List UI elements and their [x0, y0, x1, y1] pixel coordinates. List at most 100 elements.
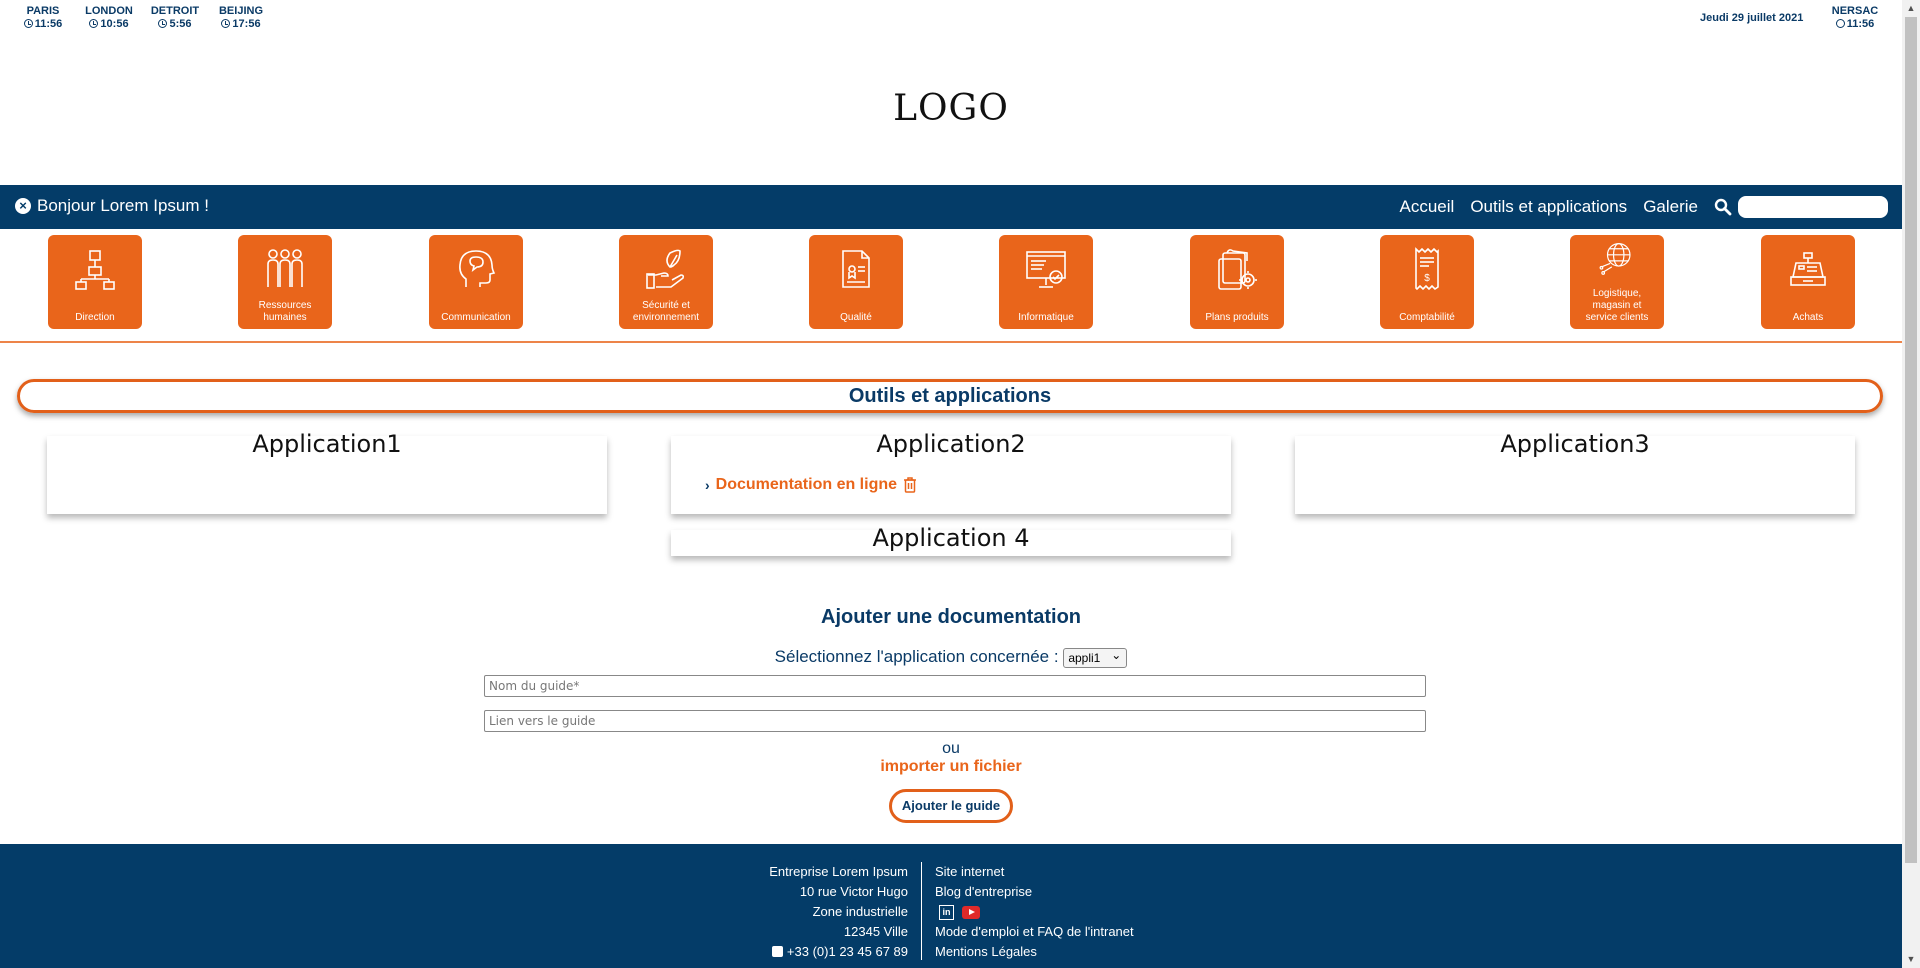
nav-link-accueil[interactable]: Accueil — [1400, 197, 1455, 217]
guide-name-input[interactable]: Nom du guide* — [484, 675, 1426, 697]
app-title: Application1 — [252, 430, 402, 458]
people-icon — [267, 249, 303, 287]
clock-city: BEIJING — [218, 5, 263, 17]
tile-direction[interactable]: Direction — [48, 235, 142, 329]
clock-icon — [89, 19, 99, 28]
clock-icon — [158, 19, 168, 28]
globe-network-icon — [1599, 242, 1631, 275]
clock-city: LONDON — [85, 5, 133, 17]
nav-link-outils[interactable]: Outils et applications — [1470, 197, 1627, 217]
tile-securite-environnement[interactable]: Sécurité et environnement — [619, 235, 713, 329]
company-name: Entreprise Lorem Ipsum — [769, 864, 908, 879]
youtube-icon[interactable] — [962, 905, 980, 919]
logout-icon[interactable]: × — [15, 198, 31, 214]
add-doc-title: Ajouter une documentation — [821, 606, 1081, 628]
add-guide-button[interactable]: Ajouter le guide — [889, 789, 1013, 823]
tile-logistique[interactable]: Logistique, magasin et service clients — [1570, 235, 1664, 329]
app-card-3: Application3 — [1295, 430, 1855, 514]
application-select[interactable]: appli1 — [1063, 646, 1128, 668]
search-icon[interactable] — [1714, 198, 1732, 216]
app-title: Application 4 — [872, 524, 1030, 552]
tile-comptabilite[interactable]: $ Comptabilité — [1380, 235, 1474, 329]
clock-detroit: DETROIT 5:56 — [142, 5, 208, 31]
social-links: in — [935, 902, 1134, 922]
footer: Entreprise Lorem Ipsum 10 rue Victor Hug… — [0, 844, 1902, 968]
guide-link-input[interactable]: Lien vers le guide — [484, 710, 1426, 732]
blog-link[interactable]: Blog d'entreprise — [935, 882, 1134, 902]
head-speech-icon — [459, 250, 496, 287]
logo[interactable]: LOGO — [0, 88, 1902, 129]
footer-links: Site internet Blog d'entreprise in Mode … — [935, 862, 1134, 962]
clock-time: 10:56 — [100, 18, 129, 30]
clock-icon — [221, 19, 231, 28]
greeting-text: Bonjour Lorem Ipsum ! — [37, 196, 209, 215]
address-street: 10 rue Victor Hugo — [799, 884, 908, 899]
receipt-icon: $ — [1415, 247, 1439, 291]
page: PARIS 11:56 LONDON 10:56 DETROIT 5:56 BE… — [0, 0, 1902, 968]
or-text: ou — [942, 740, 960, 757]
documentation-link-text[interactable]: Documentation en ligne — [716, 476, 897, 494]
tile-label: Comptabilité — [1399, 312, 1455, 323]
phone-number: +33 (0)1 23 45 67 89 — [786, 944, 908, 959]
import-file-link[interactable]: importer un fichier — [0, 758, 1902, 776]
tile-ressources-humaines[interactable]: Ressources humaines — [238, 235, 332, 329]
faq-link[interactable]: Mode d'emploi et FAQ de l'intranet — [935, 922, 1134, 942]
tile-achats[interactable]: Achats — [1761, 235, 1855, 329]
scrollbar[interactable]: ▲ ▼ — [1902, 0, 1920, 968]
clock-time: 17:56 — [232, 18, 261, 30]
tile-label: Informatique — [1018, 312, 1074, 323]
current-date: Jeudi 29 juillet 2021 — [1700, 12, 1804, 24]
footer-divider — [921, 862, 922, 960]
scroll-down-icon[interactable]: ▼ — [1902, 951, 1920, 968]
tile-label: Direction — [75, 312, 115, 323]
clock-paris: PARIS 11:56 — [10, 5, 76, 31]
scroll-up-icon[interactable]: ▲ — [1902, 0, 1920, 17]
phone-row: +33 (0)1 23 45 67 89 — [769, 942, 908, 962]
tile-plans-produits[interactable]: Plans produits — [1190, 235, 1284, 329]
tile-label: Sécurité et environnement — [632, 300, 700, 323]
nav-link-galerie[interactable]: Galerie — [1643, 197, 1698, 217]
tile-label: Ressources humaines — [258, 300, 312, 323]
nav-links: Accueil Outils et applications Galerie — [1400, 185, 1903, 229]
search-input[interactable] — [1738, 196, 1888, 218]
footer-address: Entreprise Lorem Ipsum 10 rue Victor Hug… — [769, 862, 908, 962]
app-card-2: Application2 › Documentation en ligne — [671, 430, 1231, 514]
tile-label: Achats — [1792, 312, 1824, 323]
app-card-1: Application1 — [47, 430, 607, 514]
tile-label: Qualité — [840, 312, 872, 323]
clock-london: LONDON 10:56 — [76, 5, 142, 31]
quality-document-icon — [842, 250, 870, 288]
tile-label: Plans produits — [1205, 312, 1269, 323]
address-city: 12345 Ville — [843, 924, 908, 939]
tile-informatique[interactable]: Informatique — [999, 235, 1093, 329]
clock-time: 5:56 — [169, 18, 192, 30]
phone-icon — [771, 946, 783, 957]
clock-time: 11:56 — [34, 18, 63, 30]
legal-link[interactable]: Mentions Légales — [935, 942, 1134, 962]
tile-label: Communication — [441, 312, 511, 323]
clock-city: NERSAC — [1831, 5, 1879, 17]
navbar: × Bonjour Lorem Ipsum ! Accueil Outils e… — [0, 185, 1902, 229]
scrollbar-thumb[interactable] — [1905, 17, 1917, 863]
documentation-link[interactable]: › Documentation en ligne — [705, 476, 917, 494]
app-title: Application3 — [1500, 430, 1650, 458]
divider — [0, 341, 1902, 343]
greeting: × Bonjour Lorem Ipsum ! — [15, 196, 209, 216]
site-link[interactable]: Site internet — [935, 862, 1134, 882]
computer-screen-icon — [1026, 251, 1066, 288]
plans-gear-icon — [1218, 249, 1257, 290]
tile-qualite[interactable]: Qualité — [809, 235, 903, 329]
org-chart-icon — [75, 250, 115, 290]
clock-icon — [23, 19, 33, 28]
trash-icon[interactable] — [903, 477, 917, 493]
cash-register-icon — [1790, 252, 1826, 286]
clock-icon — [1835, 19, 1845, 28]
clock-time: 11:56 — [1846, 18, 1875, 30]
category-tiles: Direction Ressources humaines Communicat… — [0, 235, 1902, 330]
tile-communication[interactable]: Communication — [429, 235, 523, 329]
section-title: Outils et applications — [17, 379, 1883, 413]
select-label: Sélectionnez l'application concernée : — [774, 647, 1059, 666]
hand-leaf-icon — [646, 249, 685, 289]
linkedin-icon[interactable]: in — [939, 904, 954, 920]
clock-beijing: BEIJING 17:56 — [208, 5, 274, 31]
